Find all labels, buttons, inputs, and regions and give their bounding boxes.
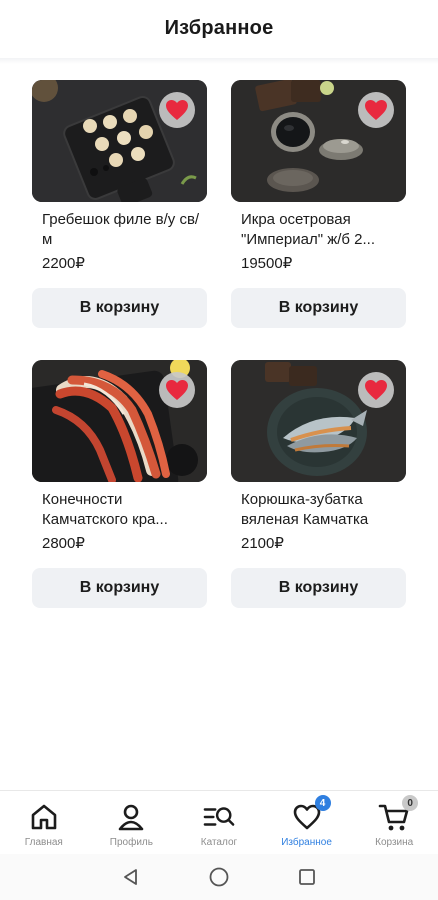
product-name: Икра осетровая "Империал" ж/б 2... — [241, 211, 375, 248]
heart-filled-icon — [166, 100, 188, 120]
heart-filled-icon — [166, 380, 188, 400]
favorite-toggle-button[interactable] — [159, 92, 195, 128]
tab-home[interactable]: Главная — [0, 791, 88, 854]
favorite-toggle-button[interactable] — [159, 372, 195, 408]
cart-count-badge: 0 — [402, 795, 419, 811]
tab-label: Профиль — [109, 837, 153, 848]
product-price: 2800₽ — [42, 535, 85, 552]
app-header: Избранное — [0, 0, 438, 56]
tab-favorites[interactable]: 4 Избранное — [263, 791, 351, 854]
add-to-cart-button[interactable]: В корзину — [32, 288, 207, 328]
product-card[interactable]: Конечности Камчатского кра... 2800₽ В ко… — [32, 360, 207, 608]
product-price: 2100₽ — [241, 535, 284, 552]
product-image-scallops[interactable] — [32, 80, 207, 202]
product-image-dried-fish[interactable] — [231, 360, 406, 482]
home-icon — [28, 801, 60, 833]
tab-catalog[interactable]: Каталог — [175, 791, 263, 854]
product-card[interactable]: Корюшка-зубатка вяленая Камчатка 2100₽ В… — [231, 360, 406, 608]
product-card[interactable]: Икра осетровая "Империал" ж/б 2... 19500… — [231, 80, 406, 328]
add-to-cart-button[interactable]: В корзину — [231, 568, 406, 608]
product-card[interactable]: Гребешок филе в/у св/м 2200₽ В корзину — [32, 80, 207, 328]
bottom-tab-bar: Главная Профиль Каталог 4 Избранное 0 Ко… — [0, 790, 438, 854]
tab-label: Каталог — [200, 837, 238, 848]
product-price: 19500₽ — [241, 255, 293, 272]
system-navigation-bar — [0, 854, 438, 900]
tab-cart[interactable]: 0 Корзина — [350, 791, 438, 854]
add-to-cart-button[interactable]: В корзину — [231, 288, 406, 328]
product-name: Корюшка-зубатка вяленая Камчатка — [241, 491, 369, 528]
heart-filled-icon — [365, 380, 387, 400]
product-name: Конечности Камчатского кра... — [42, 491, 168, 528]
heart-icon: 4 — [291, 795, 331, 833]
favorites-count-badge: 4 — [314, 795, 331, 811]
tab-label: Корзина — [375, 837, 414, 848]
tab-profile[interactable]: Профиль — [88, 791, 176, 854]
product-image-caviar[interactable] — [231, 80, 406, 202]
header-divider — [0, 58, 438, 64]
favorite-toggle-button[interactable] — [358, 372, 394, 408]
page-title: Избранное — [164, 16, 274, 39]
product-name: Гребешок филе в/у св/м — [42, 211, 200, 248]
add-to-cart-button[interactable]: В корзину — [32, 568, 207, 608]
home-circle-icon[interactable] — [207, 865, 231, 889]
tab-label: Главная — [24, 837, 63, 848]
product-price: 2200₽ — [42, 255, 85, 272]
back-icon[interactable] — [119, 865, 143, 889]
profile-icon — [115, 801, 147, 833]
product-image-crab-legs[interactable] — [32, 360, 207, 482]
catalog-search-icon — [203, 801, 235, 833]
heart-filled-icon — [365, 100, 387, 120]
cart-icon: 0 — [378, 795, 419, 833]
tab-label: Избранное — [281, 837, 332, 848]
favorites-grid: Гребешок филе в/у св/м 2200₽ В корзину И… — [32, 80, 408, 608]
favorite-toggle-button[interactable] — [358, 92, 394, 128]
recents-icon[interactable] — [295, 865, 319, 889]
